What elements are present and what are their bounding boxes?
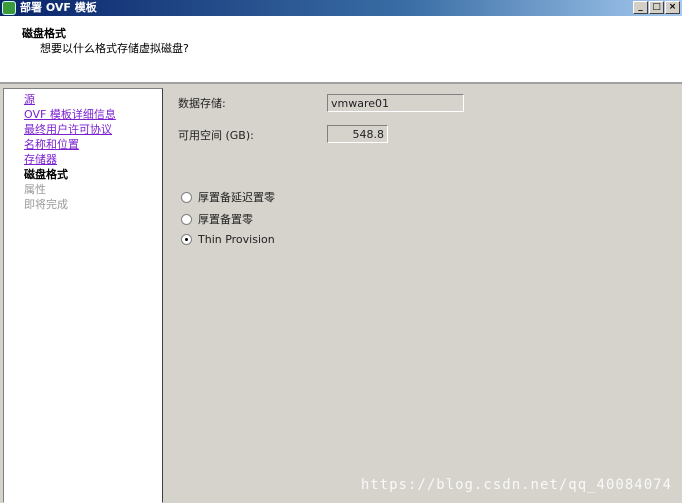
radio-icon[interactable] — [181, 213, 192, 225]
step-ready: 即将完成 — [24, 198, 68, 211]
step-storage[interactable]: 存储器 — [24, 151, 57, 167]
radio-label: 厚置备延迟置零 — [198, 191, 275, 204]
step-eula[interactable]: 最终用户许可协议 — [24, 121, 112, 137]
radio-thick-lazy-zeroed[interactable]: 厚置备延迟置零 — [181, 189, 275, 205]
wizard-header: 磁盘格式 想要以什么格式存储虚拟磁盘? — [0, 16, 682, 84]
page-subtitle: 想要以什么格式存储虚拟磁盘? — [40, 42, 189, 55]
window-title: 部署 OVF 模板 — [20, 1, 97, 14]
wizard-steps: 源 OVF 模板详细信息 最终用户许可协议 名称和位置 存储器 磁盘格式 属性 … — [3, 88, 163, 503]
minimize-button[interactable]: _ — [633, 1, 648, 14]
radio-label: Thin Provision — [198, 233, 275, 246]
radio-thick-eager-zeroed[interactable]: 厚置备置零 — [181, 211, 253, 227]
watermark: https://blog.csdn.net/qq_40084074 — [360, 477, 672, 493]
app-icon — [2, 1, 16, 15]
step-ovf-details[interactable]: OVF 模板详细信息 — [24, 106, 116, 122]
datastore-field: vmware01 — [327, 94, 464, 112]
maximize-button[interactable]: □ — [649, 1, 664, 14]
radio-icon[interactable] — [181, 191, 192, 203]
step-disk-format: 磁盘格式 — [24, 168, 68, 181]
title-bar: 部署 OVF 模板 _ □ × — [0, 0, 682, 16]
free-space-field: 548.8 — [327, 125, 388, 143]
datastore-label: 数据存储: — [178, 97, 226, 110]
step-source[interactable]: 源 — [24, 91, 35, 107]
step-properties: 属性 — [24, 183, 46, 196]
page-title: 磁盘格式 — [22, 27, 66, 40]
step-name-location[interactable]: 名称和位置 — [24, 136, 79, 152]
free-space-label: 可用空间 (GB): — [178, 129, 254, 142]
radio-thin-provision[interactable]: Thin Provision — [181, 233, 275, 246]
radio-label: 厚置备置零 — [198, 213, 253, 226]
close-button[interactable]: × — [665, 1, 680, 14]
radio-icon-selected[interactable] — [181, 234, 192, 245]
